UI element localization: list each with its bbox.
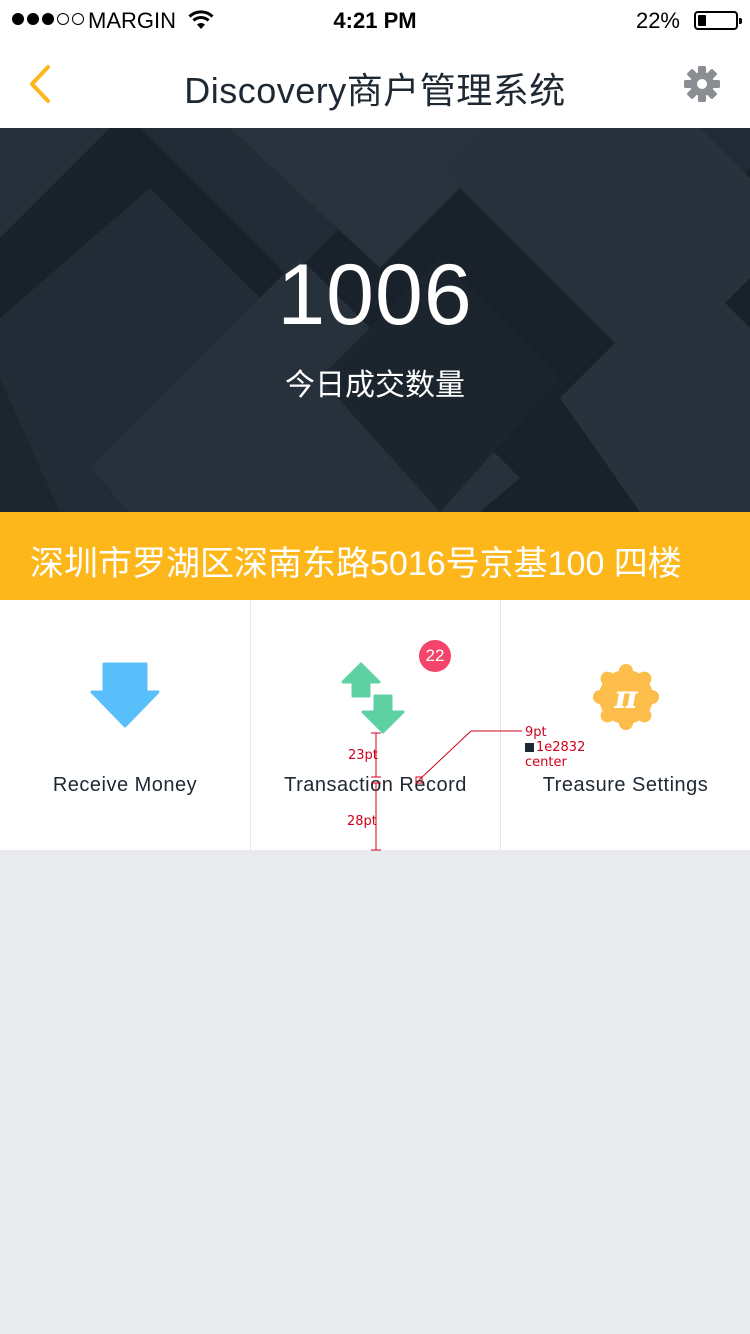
pi-badge-icon: π bbox=[592, 664, 659, 730]
battery-percentage: 22% bbox=[635, 8, 680, 33]
navigation-bar: Discovery商户管理系统 bbox=[0, 40, 750, 128]
store-address: 深圳市罗湖区深南东路5016号京基100 四楼 bbox=[30, 545, 682, 583]
color-annotation: 1e2832 bbox=[536, 740, 586, 755]
font-spec-annotation: 9pt 1e2832 center bbox=[525, 725, 585, 770]
settings-button[interactable] bbox=[682, 64, 722, 104]
transaction-count: 1006 bbox=[277, 247, 473, 343]
action-grid: Receive Money 22 Transaction Record π Tr… bbox=[0, 600, 750, 850]
arrow-down-icon bbox=[90, 662, 160, 728]
alignment-annotation: center bbox=[525, 755, 567, 770]
transfer-arrows-icon bbox=[341, 662, 404, 734]
receive-money-button[interactable]: Receive Money bbox=[0, 600, 250, 850]
transaction-record-label: Transaction Record bbox=[284, 774, 467, 796]
font-size-annotation: 9pt bbox=[525, 725, 547, 740]
spacing-annotation-bottom: 28pt bbox=[347, 814, 377, 829]
svg-text:π: π bbox=[613, 678, 638, 716]
notification-badge: 22 bbox=[419, 640, 451, 672]
page-title: Discovery商户管理系统 bbox=[184, 70, 566, 111]
receive-money-label: Receive Money bbox=[52, 774, 198, 796]
transaction-count-label: 今日成交数量 bbox=[285, 369, 465, 402]
battery-icon bbox=[694, 11, 742, 30]
transaction-record-button[interactable]: 22 Transaction Record bbox=[250, 600, 500, 850]
status-bar: MARGIN 4:21 PM 22% bbox=[0, 0, 750, 40]
daily-stats-panel: 1006 今日成交数量 bbox=[0, 128, 750, 512]
store-address-banner: 深圳市罗湖区深南东路5016号京基100 四楼 bbox=[0, 512, 750, 600]
treasure-settings-label: Treasure Settings bbox=[542, 774, 709, 796]
spacing-annotation-top: 23pt bbox=[348, 748, 378, 763]
gear-icon bbox=[684, 66, 720, 102]
color-swatch bbox=[525, 743, 534, 752]
